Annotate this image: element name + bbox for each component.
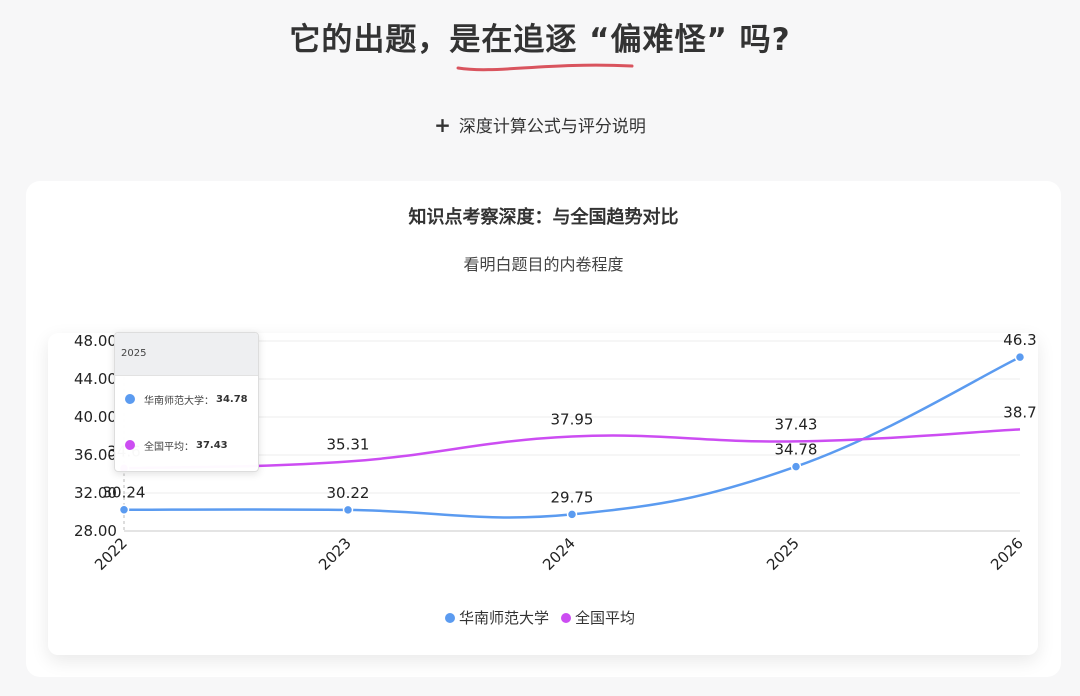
tooltip-row-national: 全国平均： 37.43 [115, 422, 258, 468]
x-tick-label: 2022 [91, 534, 131, 574]
legend-label-school: 华南师范大学 [458, 609, 549, 627]
y-tick-label: 40.00 [74, 408, 117, 426]
x-tick-label: 2025 [763, 534, 803, 574]
data-label-0: 30.22 [327, 484, 370, 502]
data-point-0 [566, 509, 578, 520]
legend-label-national: 全国平均 [575, 609, 636, 627]
x-tick-label: 2023 [315, 534, 355, 574]
data-label-1: 37.95 [551, 410, 594, 428]
tooltip-value-school: 34.78 [216, 393, 248, 405]
y-tick-label: 44.00 [74, 370, 117, 388]
data-label-1: 35.31 [327, 436, 370, 454]
x-tick-label: 2024 [539, 534, 579, 574]
data-label-0: 46.3 [1003, 331, 1036, 349]
chart-tooltip: 2025 华南师范大学： 34.78 全国平均： 37.43 [114, 332, 259, 472]
data-point-0 [1014, 351, 1026, 363]
legend-item-school[interactable]: 华南师范大学 [444, 607, 549, 628]
tooltip-label-national: 全国平均： [144, 441, 194, 453]
data-point-0 [790, 461, 802, 472]
tooltip-value-national: 37.43 [196, 439, 228, 451]
data-point-0 [342, 504, 354, 516]
legend-item-national[interactable]: 全国平均 [561, 607, 635, 628]
tooltip-year: 2025 [115, 333, 258, 376]
data-point-0 [118, 504, 130, 515]
y-tick-label: 28.00 [74, 522, 117, 540]
data-label-0: 29.75 [551, 488, 594, 506]
tooltip-dot-school [125, 394, 135, 404]
tooltip-label-school: 华南师范大学： [144, 395, 214, 407]
legend-dot-national [561, 612, 571, 623]
data-label-1: 38.7 [1003, 403, 1036, 421]
chart-legend: 华南师范大学 全国平均 [0, 607, 1080, 628]
data-label-1: 37.43 [775, 415, 818, 433]
data-label-0: 34.78 [775, 441, 818, 459]
legend-dot-school [444, 612, 455, 623]
tooltip-row-school: 华南师范大学： 34.78 [115, 376, 258, 422]
x-tick-label: 2026 [987, 534, 1027, 574]
tooltip-dot-national [125, 440, 135, 450]
y-tick-label: 48.00 [74, 332, 117, 350]
data-label-0: 30.24 [103, 484, 146, 502]
